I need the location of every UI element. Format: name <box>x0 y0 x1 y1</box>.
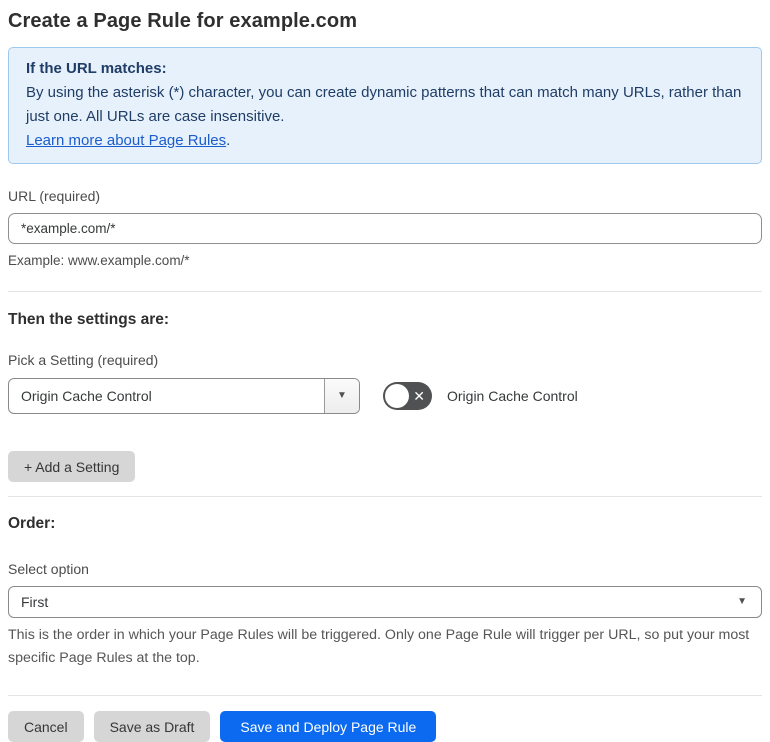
footer-actions: Cancel Save as Draft Save and Deploy Pag… <box>8 711 762 742</box>
settings-section-heading: Then the settings are: <box>8 311 170 328</box>
divider <box>8 695 762 696</box>
setting-select[interactable]: Origin Cache Control ▼ <box>8 378 360 414</box>
info-box-body: By using the asterisk (*) character, you… <box>26 81 744 129</box>
pick-setting-label: Pick a Setting (required) <box>8 352 159 368</box>
order-select[interactable]: First ▼ <box>8 586 762 618</box>
chevron-down-icon: ▼ <box>737 596 747 607</box>
page-title: Create a Page Rule for example.com <box>8 10 358 32</box>
info-box-body-text: By using the asterisk (*) character, you… <box>26 84 742 125</box>
divider <box>8 291 762 292</box>
chevron-down-icon: ▼ <box>337 390 347 401</box>
order-select-label: Select option <box>8 561 89 577</box>
url-match-info-box: If the URL matches: By using the asteris… <box>8 47 762 164</box>
toggle-off-x-icon: ✕ <box>413 388 425 404</box>
toggle-knob <box>385 384 409 408</box>
url-input[interactable] <box>8 213 762 244</box>
save-and-deploy-button[interactable]: Save and Deploy Page Rule <box>220 711 437 742</box>
order-select-value: First <box>21 594 49 610</box>
learn-more-link[interactable]: Learn more about Page Rules <box>26 132 226 149</box>
setting-row: Origin Cache Control ▼ ✕ Origin Cache Co… <box>8 378 762 414</box>
info-box-heading: If the URL matches: <box>26 60 167 77</box>
save-as-draft-button[interactable]: Save as Draft <box>93 711 211 742</box>
add-setting-button[interactable]: + Add a Setting <box>8 451 136 482</box>
order-helper-text: This is the order in which your Page Rul… <box>8 627 750 666</box>
cancel-button[interactable]: Cancel <box>8 711 84 742</box>
link-suffix: . <box>226 132 231 149</box>
info-box-link-line: Learn more about Page Rules. <box>26 129 744 153</box>
url-field-helper: Example: www.example.com/* <box>8 253 190 268</box>
order-section-heading: Order: <box>8 515 56 532</box>
setting-select-arrow-button[interactable]: ▼ <box>324 379 359 413</box>
setting-select-value: Origin Cache Control <box>21 388 152 404</box>
origin-cache-control-toggle[interactable]: ✕ <box>383 382 432 410</box>
url-field-label: URL (required) <box>8 188 101 204</box>
toggle-label: Origin Cache Control <box>447 388 578 404</box>
divider <box>8 496 762 497</box>
